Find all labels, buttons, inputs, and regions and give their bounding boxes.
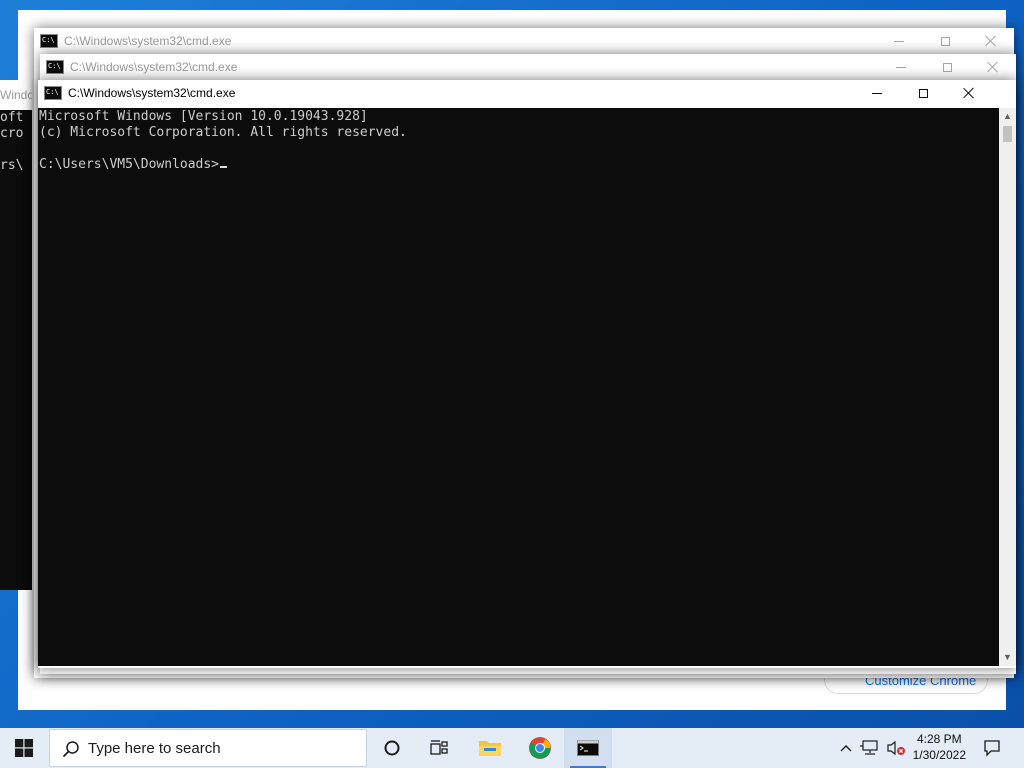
date-text: 1/30/2022 bbox=[912, 748, 966, 762]
network-button[interactable] bbox=[858, 728, 882, 768]
close-icon bbox=[963, 87, 975, 99]
clock[interactable]: 4:28 PM 1/30/2022 bbox=[913, 731, 966, 763]
network-icon bbox=[860, 740, 878, 755]
minimize-button[interactable] bbox=[876, 28, 922, 54]
scrollbar-thumb[interactable] bbox=[1003, 126, 1012, 142]
minimize-button[interactable] bbox=[854, 80, 900, 106]
minimize-button[interactable] bbox=[878, 54, 924, 80]
volume-button[interactable] bbox=[884, 728, 908, 768]
titlebar[interactable]: C:\ C:\Windows\system32\cmd.exe bbox=[38, 80, 1016, 106]
vertical-scrollbar[interactable]: ▲ ▼ bbox=[999, 108, 1016, 666]
volume-muted-icon bbox=[887, 740, 905, 756]
close-icon bbox=[985, 35, 997, 47]
close-button[interactable] bbox=[946, 80, 992, 106]
titlebar[interactable]: C:\ C:\Windows\system32\cmd.exe bbox=[40, 54, 1016, 80]
taskbar: Type here to search 4:28 PM 1/30/2022 bbox=[0, 728, 1024, 768]
chevron-up-icon bbox=[840, 745, 852, 752]
console-prompt: C:\Users\VM5\Downloads> bbox=[39, 157, 220, 172]
chrome-icon bbox=[529, 737, 551, 759]
show-hidden-icons-button[interactable] bbox=[836, 728, 856, 768]
scroll-down-icon[interactable]: ▼ bbox=[999, 649, 1016, 666]
notification-icon bbox=[984, 740, 1000, 757]
action-center-button[interactable] bbox=[972, 728, 1012, 768]
maximize-button[interactable] bbox=[924, 54, 970, 80]
cortana-icon bbox=[384, 740, 400, 756]
left-cmd-title: Windo bbox=[0, 80, 32, 110]
search-icon bbox=[62, 741, 79, 758]
window-title: C:\Windows\system32\cmd.exe bbox=[68, 86, 236, 100]
search-placeholder: Type here to search bbox=[88, 739, 221, 757]
console-area[interactable]: Microsoft Windows [Version 10.0.19043.92… bbox=[38, 108, 1016, 666]
minimize-icon bbox=[872, 92, 882, 94]
titlebar[interactable]: C:\ C:\Windows\system32\cmd.exe bbox=[34, 28, 1014, 54]
text-cursor bbox=[220, 166, 228, 168]
file-explorer-icon bbox=[479, 741, 501, 756]
cmd-window-active[interactable]: C:\ C:\Windows\system32\cmd.exe Microsof… bbox=[38, 80, 1016, 668]
maximize-button[interactable] bbox=[922, 28, 968, 54]
maximize-icon bbox=[918, 88, 928, 98]
scroll-up-icon[interactable]: ▲ bbox=[999, 108, 1016, 125]
cmd-icon bbox=[577, 740, 599, 756]
cmd-icon: C:\ bbox=[46, 60, 64, 74]
cmd-icon: C:\ bbox=[44, 86, 62, 100]
chrome-button[interactable] bbox=[516, 728, 564, 768]
close-button[interactable] bbox=[970, 54, 1016, 80]
cortana-button[interactable] bbox=[368, 728, 416, 768]
left-cmd-window[interactable]: Windo oft cro rs\ bbox=[0, 80, 32, 590]
left-cmd-text: oft cro rs\ bbox=[0, 110, 24, 173]
minimize-icon bbox=[894, 40, 904, 42]
taskbar-search[interactable]: Type here to search bbox=[49, 729, 367, 767]
task-view-icon bbox=[430, 740, 448, 755]
console-line: (c) Microsoft Corporation. All rights re… bbox=[39, 125, 407, 140]
window-title: C:\Windows\system32\cmd.exe bbox=[70, 60, 238, 74]
cmd-taskbar-button[interactable] bbox=[564, 728, 612, 768]
console-line: Microsoft Windows [Version 10.0.19043.92… bbox=[39, 109, 368, 124]
time-text: 4:28 PM bbox=[916, 732, 962, 746]
console-output: Microsoft Windows [Version 10.0.19043.92… bbox=[39, 109, 407, 173]
task-view-button[interactable] bbox=[416, 728, 464, 768]
cmd-icon: C:\ bbox=[40, 34, 58, 48]
close-icon bbox=[987, 61, 999, 73]
file-explorer-button[interactable] bbox=[466, 728, 514, 768]
minimize-icon bbox=[896, 66, 906, 68]
windows-logo-icon bbox=[15, 739, 33, 757]
window-title: C:\Windows\system32\cmd.exe bbox=[64, 34, 232, 48]
maximize-button[interactable] bbox=[900, 80, 946, 106]
close-button[interactable] bbox=[968, 28, 1014, 54]
maximize-icon bbox=[942, 62, 952, 72]
maximize-icon bbox=[940, 36, 950, 46]
start-button[interactable] bbox=[0, 728, 48, 768]
